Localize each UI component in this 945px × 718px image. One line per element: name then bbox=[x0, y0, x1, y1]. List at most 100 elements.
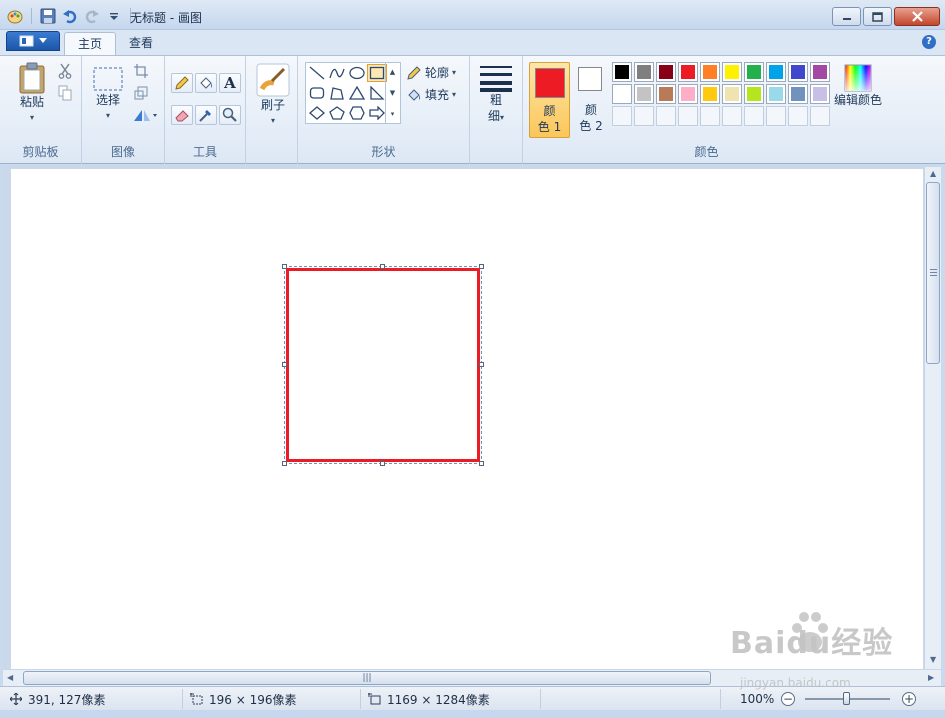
palette-empty-swatch[interactable] bbox=[810, 106, 830, 126]
shape-polygon[interactable] bbox=[327, 84, 347, 102]
shape-diamond[interactable] bbox=[307, 104, 327, 122]
edit-colors-button[interactable]: 编辑颜色 bbox=[834, 64, 882, 108]
qat-customize-icon[interactable] bbox=[105, 7, 123, 25]
vertical-scroll-thumb[interactable] bbox=[926, 182, 940, 364]
zoom-out-button[interactable]: − bbox=[781, 692, 795, 706]
crop-icon[interactable] bbox=[132, 62, 150, 80]
close-button[interactable] bbox=[894, 7, 940, 26]
cut-icon[interactable] bbox=[56, 62, 74, 80]
zoom-in-button[interactable]: + bbox=[902, 692, 916, 706]
scroll-left-icon[interactable]: ◀ bbox=[7, 673, 13, 682]
tab-view[interactable]: 查看 bbox=[116, 32, 166, 56]
scroll-right-icon[interactable]: ▶ bbox=[928, 673, 934, 682]
resize-handle-bottom-right[interactable] bbox=[479, 461, 484, 466]
palette-swatch[interactable] bbox=[612, 62, 632, 82]
palette-swatch[interactable] bbox=[744, 84, 764, 104]
resize-handle-top-left[interactable] bbox=[282, 264, 287, 269]
palette-swatch[interactable] bbox=[656, 84, 676, 104]
palette-empty-swatch[interactable] bbox=[656, 106, 676, 126]
color-picker-icon[interactable] bbox=[195, 105, 217, 125]
magnifier-icon[interactable] bbox=[219, 105, 241, 125]
undo-icon[interactable] bbox=[61, 7, 79, 25]
color2-button[interactable]: 颜 色 2 bbox=[573, 62, 609, 138]
palette-swatch[interactable] bbox=[634, 62, 654, 82]
shape-hexagon[interactable] bbox=[347, 104, 367, 122]
palette-swatch[interactable] bbox=[678, 84, 698, 104]
tab-home[interactable]: 主页 bbox=[64, 32, 117, 56]
fill-bucket-icon[interactable] bbox=[195, 73, 217, 93]
resize-icon[interactable] bbox=[132, 84, 150, 102]
horizontal-scroll-thumb[interactable]: ||| bbox=[23, 671, 711, 685]
pencil-icon[interactable] bbox=[171, 73, 193, 93]
palette-swatch[interactable] bbox=[612, 84, 632, 104]
scroll-up-icon[interactable]: ▲ bbox=[930, 169, 936, 178]
palette-swatch[interactable] bbox=[634, 84, 654, 104]
resize-handle-top[interactable] bbox=[380, 264, 385, 269]
paste-button[interactable]: 粘贴 ▾ bbox=[12, 62, 52, 126]
cursor-position: 391, 127像素 bbox=[10, 691, 105, 707]
brush-icon bbox=[256, 63, 290, 97]
shape-oval[interactable] bbox=[347, 64, 367, 82]
restore-button[interactable] bbox=[863, 7, 892, 26]
selection-box[interactable] bbox=[282, 264, 484, 466]
palette-swatch[interactable] bbox=[722, 62, 742, 82]
gallery-more-icon[interactable]: ▾ bbox=[391, 110, 395, 118]
palette-empty-swatch[interactable] bbox=[612, 106, 632, 126]
shape-line[interactable] bbox=[307, 64, 327, 82]
palette-empty-swatch[interactable] bbox=[722, 106, 742, 126]
resize-handle-left[interactable] bbox=[282, 362, 287, 367]
shape-curve[interactable] bbox=[327, 64, 347, 82]
resize-handle-right[interactable] bbox=[479, 362, 484, 367]
help-icon[interactable]: ? bbox=[922, 35, 936, 49]
gallery-down-icon[interactable]: ▼ bbox=[390, 89, 395, 97]
palette-swatch[interactable] bbox=[678, 62, 698, 82]
palette-swatch[interactable] bbox=[744, 62, 764, 82]
vertical-scrollbar[interactable]: ▲ ▼ bbox=[924, 167, 941, 669]
copy-icon[interactable] bbox=[56, 84, 74, 102]
resize-handle-bottom[interactable] bbox=[380, 461, 385, 466]
brushes-button[interactable]: 刷子 ▾ bbox=[253, 63, 293, 129]
palette-empty-swatch[interactable] bbox=[700, 106, 720, 126]
gallery-up-icon[interactable]: ▲ bbox=[390, 68, 395, 76]
image-size-value: 1169 × 1284像素 bbox=[387, 692, 490, 707]
palette-swatch[interactable] bbox=[656, 62, 676, 82]
redo-icon[interactable] bbox=[83, 7, 101, 25]
fill-button[interactable]: 填充 ▾ bbox=[406, 86, 456, 103]
palette-swatch[interactable] bbox=[810, 84, 830, 104]
shape-rectangle[interactable] bbox=[367, 64, 387, 82]
save-icon[interactable] bbox=[39, 7, 57, 25]
shape-right-triangle[interactable] bbox=[367, 84, 387, 102]
rotate-icon[interactable] bbox=[132, 106, 158, 124]
shapes-gallery-scroll[interactable]: ▲ ▼ ▾ bbox=[385, 62, 399, 124]
palette-swatch[interactable] bbox=[700, 62, 720, 82]
paint-menu-button[interactable] bbox=[6, 31, 60, 51]
resize-handle-bottom-left[interactable] bbox=[282, 461, 287, 466]
palette-swatch[interactable] bbox=[788, 62, 808, 82]
resize-handle-top-right[interactable] bbox=[479, 264, 484, 269]
shape-triangle[interactable] bbox=[347, 84, 367, 102]
select-button[interactable]: 选择 ▾ bbox=[90, 66, 126, 124]
palette-empty-swatch[interactable] bbox=[744, 106, 764, 126]
palette-swatch[interactable] bbox=[810, 62, 830, 82]
palette-empty-swatch[interactable] bbox=[788, 106, 808, 126]
palette-empty-swatch[interactable] bbox=[678, 106, 698, 126]
paint-app-icon[interactable] bbox=[6, 7, 24, 25]
size-button[interactable]: 粗 细▾ bbox=[478, 64, 514, 126]
scroll-down-icon[interactable]: ▼ bbox=[930, 655, 936, 664]
palette-swatch[interactable] bbox=[700, 84, 720, 104]
minimize-button[interactable] bbox=[832, 7, 861, 26]
palette-empty-swatch[interactable] bbox=[634, 106, 654, 126]
shape-pentagon[interactable] bbox=[327, 104, 347, 122]
palette-empty-swatch[interactable] bbox=[766, 106, 786, 126]
zoom-slider-thumb[interactable] bbox=[843, 692, 850, 705]
color1-button[interactable]: 颜 色 1 bbox=[529, 62, 570, 138]
text-tool-icon[interactable]: A bbox=[219, 73, 241, 93]
shape-rounded-rectangle[interactable] bbox=[307, 84, 327, 102]
palette-swatch[interactable] bbox=[766, 62, 786, 82]
palette-swatch[interactable] bbox=[766, 84, 786, 104]
shape-right-arrow[interactable] bbox=[367, 104, 387, 122]
eraser-icon[interactable] bbox=[171, 105, 193, 125]
outline-button[interactable]: 轮廓 ▾ bbox=[406, 64, 456, 81]
palette-swatch[interactable] bbox=[788, 84, 808, 104]
palette-swatch[interactable] bbox=[722, 84, 742, 104]
